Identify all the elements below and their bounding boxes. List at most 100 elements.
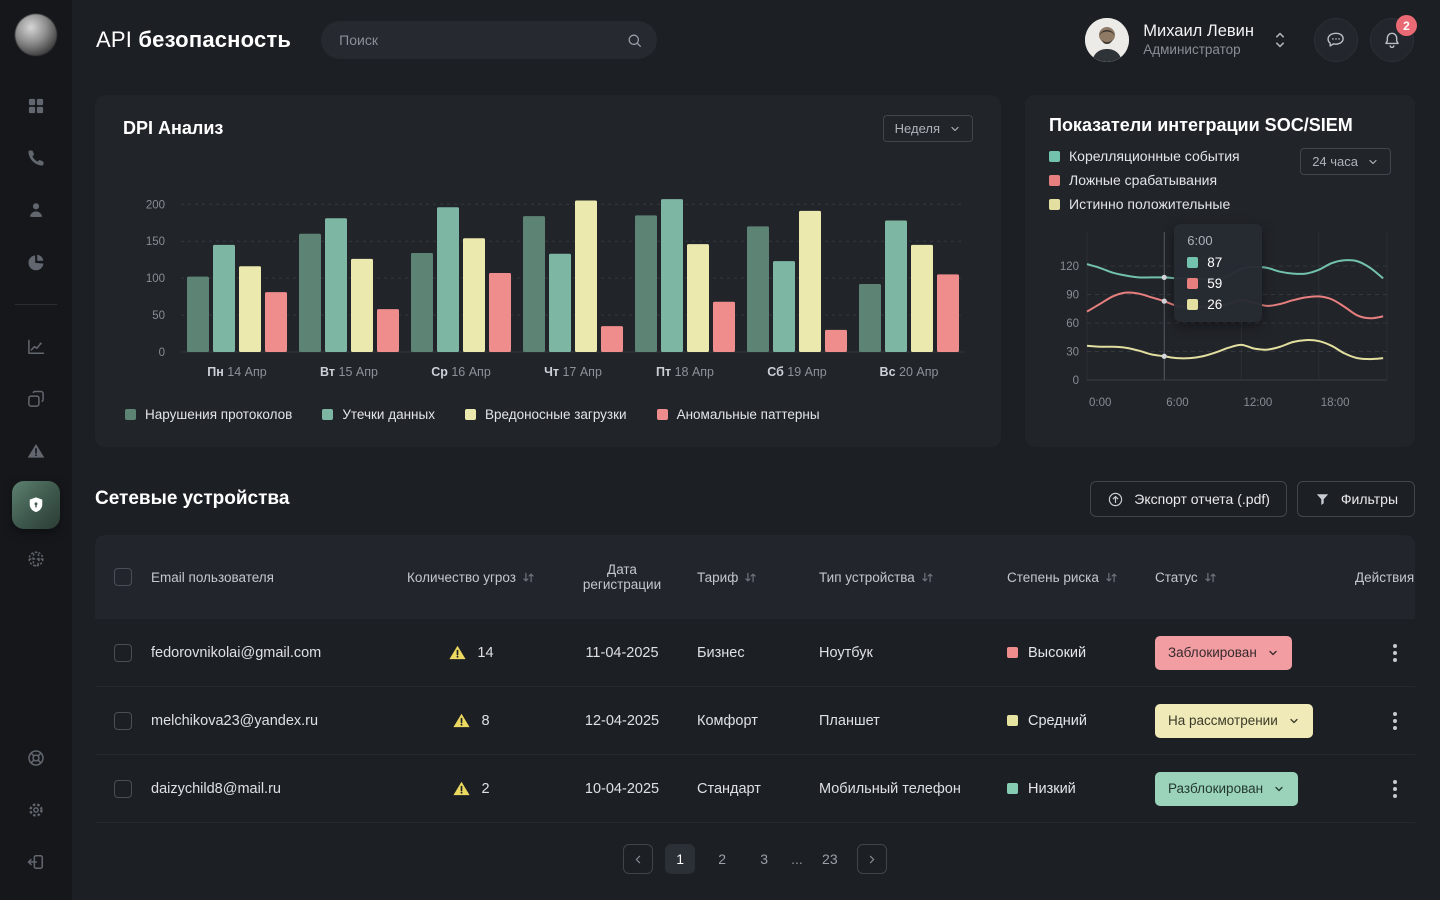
pagination-page-1[interactable]: 1 (665, 844, 695, 874)
svg-text:Вс 20 Апр: Вс 20 Апр (880, 365, 939, 379)
dpi-period-select[interactable]: Неделя (883, 115, 973, 142)
legend-label: Нарушения протоколов (145, 407, 292, 422)
export-report-label: Экспорт отчета (.pdf) (1134, 491, 1270, 507)
svg-text:200: 200 (146, 199, 165, 211)
sidebar-item-lifebuoy[interactable] (14, 736, 58, 780)
sort-icon[interactable] (744, 571, 757, 584)
warning-icon (448, 643, 467, 662)
sidebar-item-pie-chart[interactable] (14, 240, 58, 284)
bar-4-group-5 (713, 302, 735, 352)
row-checkbox-cell (95, 644, 151, 662)
legend-item: Нарушения протоколов (125, 407, 292, 422)
avatar[interactable] (1085, 18, 1129, 62)
actions-cell (1355, 706, 1415, 736)
filter-icon (1314, 491, 1331, 508)
soc-chart-area: 03060901200:006:0012:0018:00 6:00 875926 (1049, 222, 1391, 419)
sidebar-item-shield[interactable] (12, 481, 60, 529)
sidebar-item-user[interactable] (14, 188, 58, 232)
sort-icon[interactable] (1105, 571, 1118, 584)
svg-text:0: 0 (159, 347, 165, 359)
column-header-4[interactable]: Тариф (697, 570, 819, 585)
legend-label: Истинно положительные (1069, 196, 1230, 212)
row-actions-menu[interactable] (1387, 706, 1403, 736)
row-actions-menu[interactable] (1387, 638, 1403, 668)
chevron-down-icon (1267, 647, 1279, 659)
sidebar-item-phone[interactable] (14, 136, 58, 180)
legend-swatch (1049, 199, 1060, 210)
page-title-light: API (96, 27, 132, 52)
sidebar-item-warning[interactable] (14, 429, 58, 473)
email-value: fedorovnikolai@gmail.com (151, 645, 321, 661)
sidebar-item-line-chart[interactable] (14, 325, 58, 369)
export-report-button[interactable]: Экспорт отчета (.pdf) (1090, 481, 1287, 517)
search-input[interactable] (339, 32, 626, 48)
chevron-down-icon (949, 123, 961, 135)
pagination-page-2[interactable]: 2 (707, 844, 737, 874)
status-value: Заблокирован (1168, 645, 1257, 660)
column-label: Степень риска (1007, 570, 1099, 585)
select-all-checkbox[interactable] (114, 568, 132, 586)
legend-item: Корелляционные события (1049, 148, 1240, 164)
notifications-button[interactable]: 2 (1370, 18, 1414, 62)
pagination-prev-button[interactable] (623, 844, 653, 874)
legend-swatch (1049, 151, 1060, 162)
sidebar-item-layers[interactable] (14, 377, 58, 421)
date-cell: 10-04-2025 (547, 781, 697, 797)
tariff-value: Бизнес (697, 645, 745, 661)
sidebar-item-gear[interactable] (14, 788, 58, 832)
sort-icon[interactable] (522, 571, 535, 584)
column-header-6[interactable]: Степень риска (1007, 570, 1155, 585)
pagination-page-3[interactable]: 3 (749, 844, 779, 874)
bar-1-group-5 (635, 215, 657, 352)
legend-item: Вредоносные загрузки (465, 407, 627, 422)
legend-label: Ложные срабатывания (1069, 172, 1217, 188)
tariff-cell: Стандарт (697, 781, 819, 797)
bar-3-group-6 (799, 211, 821, 352)
sort-icon[interactable] (921, 571, 934, 584)
bar-4-group-1 (265, 292, 287, 352)
threats-cell: 2 (395, 779, 547, 798)
user-menu-caret[interactable] (1272, 29, 1288, 51)
status-select[interactable]: Заблокирован (1155, 636, 1292, 670)
pagination-next-button[interactable] (857, 844, 887, 874)
sidebar-item-globe[interactable] (14, 537, 58, 581)
column-header-1: Email пользователя (151, 570, 395, 585)
user-role: Администратор (1143, 42, 1254, 59)
sort-icon[interactable] (1204, 571, 1217, 584)
status-select[interactable]: На рассмотрении (1155, 704, 1313, 738)
pagination-page-23[interactable]: 23 (815, 844, 845, 874)
row-actions-menu[interactable] (1387, 774, 1403, 804)
app-logo (15, 14, 57, 56)
shield-icon (26, 495, 46, 515)
dpi-analysis-card: DPI Анализ Неделя 050100150200Пн 14 АпрВ… (95, 95, 1001, 447)
status-select[interactable]: Разблокирован (1155, 772, 1298, 806)
risk-swatch (1007, 647, 1018, 658)
sidebar-item-dashboard-grid[interactable] (14, 84, 58, 128)
chevron-right-icon (865, 853, 878, 866)
row-checkbox[interactable] (114, 780, 132, 798)
risk-value: Средний (1028, 713, 1087, 729)
search-bar[interactable] (321, 21, 657, 59)
column-header-7[interactable]: Статус (1155, 570, 1355, 585)
bar-2-group-4 (549, 254, 571, 352)
logout-icon (26, 852, 46, 872)
row-checkbox[interactable] (114, 712, 132, 730)
export-icon (1107, 491, 1124, 508)
tooltip-row: 87 (1187, 255, 1249, 270)
messages-button[interactable] (1314, 18, 1358, 62)
soc-period-select[interactable]: 24 часа (1300, 148, 1391, 175)
filters-button[interactable]: Фильтры (1297, 481, 1415, 517)
svg-text:6:00: 6:00 (1166, 397, 1188, 409)
device-type-cell: Мобильный телефон (819, 781, 1007, 797)
tooltip-swatch (1187, 257, 1198, 268)
chart-tooltip: 6:00 875926 (1174, 224, 1262, 322)
bar-2-group-5 (661, 199, 683, 352)
sidebar-item-logout[interactable] (14, 840, 58, 884)
pagination: 123...23 (95, 844, 1415, 874)
risk-swatch (1007, 783, 1018, 794)
row-checkbox[interactable] (114, 644, 132, 662)
column-header-5[interactable]: Тип устройства (819, 570, 1007, 585)
column-header-2[interactable]: Количество угроз (395, 570, 547, 585)
legend-swatch (1049, 175, 1060, 186)
svg-text:Вт 15 Апр: Вт 15 Апр (320, 365, 378, 379)
